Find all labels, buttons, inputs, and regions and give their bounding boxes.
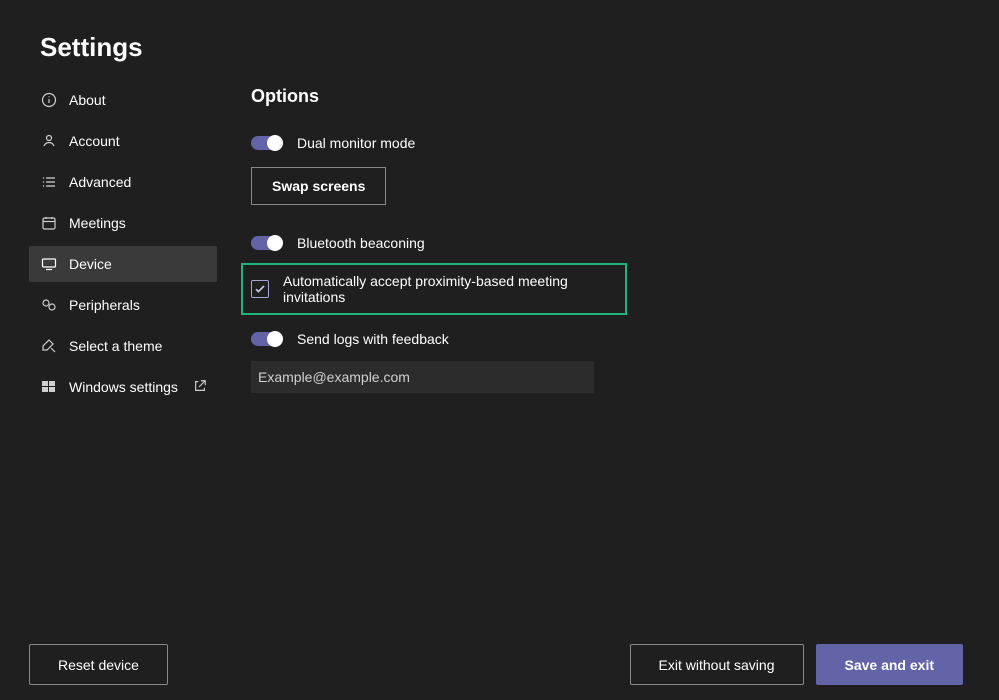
sidebar-item-label: Peripherals xyxy=(69,297,140,313)
swap-screens-button[interactable]: Swap screens xyxy=(251,167,386,205)
bluetooth-label: Bluetooth beaconing xyxy=(297,235,425,251)
auto-accept-highlight: Automatically accept proximity-based mee… xyxy=(241,263,627,315)
page-title: Settings xyxy=(40,32,143,63)
peripherals-icon xyxy=(41,297,57,313)
theme-icon xyxy=(41,338,57,354)
main-panel: Options Dual monitor mode Swap screens B… xyxy=(251,86,951,393)
save-and-exit-button[interactable]: Save and exit xyxy=(816,644,964,685)
dual-monitor-label: Dual monitor mode xyxy=(297,135,415,151)
send-logs-toggle[interactable] xyxy=(251,332,283,346)
sidebar-item-about[interactable]: About xyxy=(29,82,217,118)
reset-device-button[interactable]: Reset device xyxy=(29,644,168,685)
external-link-icon xyxy=(193,379,209,395)
sidebar-item-peripherals[interactable]: Peripherals xyxy=(29,287,217,323)
send-logs-label: Send logs with feedback xyxy=(297,331,449,347)
person-icon xyxy=(41,133,57,149)
windows-icon xyxy=(41,379,57,395)
sidebar-item-label: Meetings xyxy=(69,215,126,231)
sidebar-item-label: About xyxy=(69,92,106,108)
auto-accept-checkbox[interactable] xyxy=(251,280,269,298)
sidebar-item-label: Select a theme xyxy=(69,338,162,354)
section-title: Options xyxy=(251,86,951,107)
auto-accept-label: Automatically accept proximity-based mee… xyxy=(283,273,617,305)
sidebar-item-theme[interactable]: Select a theme xyxy=(29,328,217,364)
sidebar-item-label: Windows settings xyxy=(69,379,178,395)
info-icon xyxy=(41,92,57,108)
sidebar-item-windows-settings[interactable]: Windows settings xyxy=(29,369,217,405)
exit-without-saving-button[interactable]: Exit without saving xyxy=(630,644,804,685)
footer: Reset device Exit without saving Save an… xyxy=(29,644,963,685)
sidebar-item-label: Device xyxy=(69,256,112,272)
sidebar-item-label: Advanced xyxy=(69,174,131,190)
monitor-icon xyxy=(41,256,57,272)
row-send-logs: Send logs with feedback xyxy=(251,331,951,347)
sidebar-item-advanced[interactable]: Advanced xyxy=(29,164,217,200)
dual-monitor-toggle[interactable] xyxy=(251,136,283,150)
sidebar-item-device[interactable]: Device xyxy=(29,246,217,282)
feedback-email-input[interactable] xyxy=(251,361,594,393)
sidebar: About Account Advanced Meetings xyxy=(29,82,217,410)
row-dual-monitor: Dual monitor mode xyxy=(251,135,951,151)
calendar-icon xyxy=(41,215,57,231)
row-bluetooth: Bluetooth beaconing xyxy=(251,235,951,251)
sidebar-item-account[interactable]: Account xyxy=(29,123,217,159)
sidebar-item-label: Account xyxy=(69,133,120,149)
bluetooth-toggle[interactable] xyxy=(251,236,283,250)
sidebar-item-meetings[interactable]: Meetings xyxy=(29,205,217,241)
list-icon xyxy=(41,174,57,190)
